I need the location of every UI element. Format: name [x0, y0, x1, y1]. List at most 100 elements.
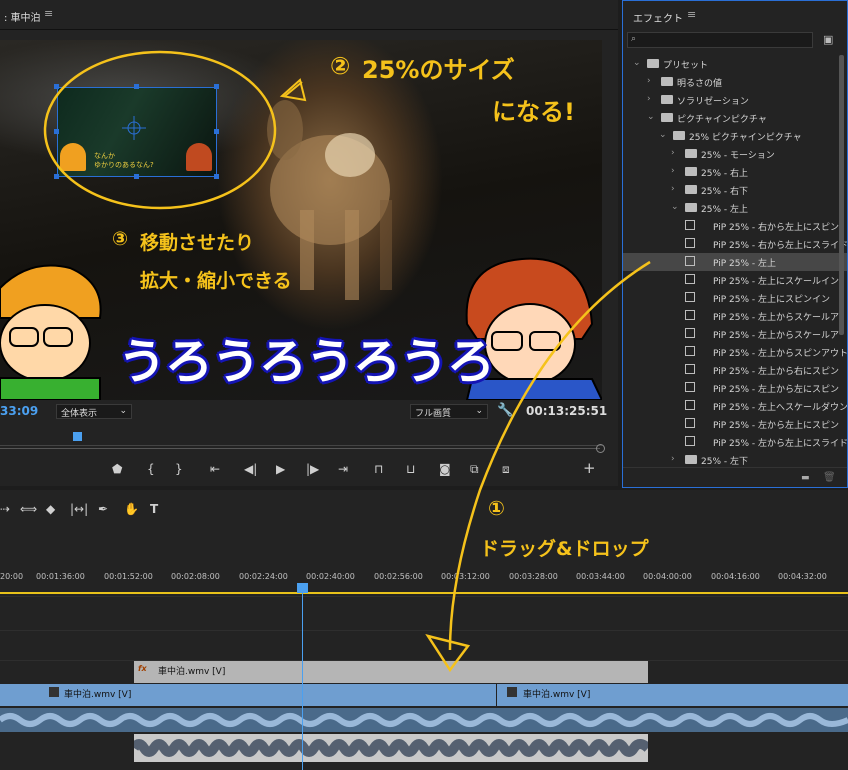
preset-icon	[685, 346, 695, 356]
folder-icon	[647, 59, 659, 68]
folder-icon	[685, 149, 697, 158]
razor-icon[interactable]: ◆	[46, 502, 55, 516]
audio-waveform	[129, 739, 652, 757]
playhead-timecode[interactable]: 33:09	[0, 404, 38, 418]
preset-icon	[685, 220, 695, 230]
note-2-number: ②	[330, 52, 351, 80]
preset-icon	[685, 382, 695, 392]
folder-icon	[661, 77, 673, 86]
effects-folder[interactable]: ⌄ 25% - 左上	[623, 199, 847, 217]
effects-folder[interactable]: › 25% - モーション	[623, 145, 847, 163]
add-marker-icon[interactable]: ⬟	[112, 462, 122, 476]
tree-item-label: PiP 25% - 左上にスピンイン	[713, 295, 830, 305]
tree-item-label: ピクチャインピクチャ	[677, 115, 767, 125]
note-1-text: ドラッグ&ドロップ	[480, 538, 649, 560]
hand-icon[interactable]: ✋	[124, 502, 139, 516]
tree-item-label: 25% - 右上	[701, 169, 748, 179]
effects-folder[interactable]: › 25% - 右上	[623, 163, 847, 181]
tree-item-label: 25% ピクチャインピクチャ	[689, 133, 802, 143]
character-left-image	[0, 264, 102, 400]
slip-icon[interactable]: |↔|	[70, 502, 88, 516]
chevron-down-icon[interactable]: ⌄	[647, 112, 655, 122]
trash-icon[interactable]: 🗑	[823, 472, 836, 483]
preset-icon	[685, 436, 695, 446]
clip-v1-a-label: 車中泊.wmv [V]	[64, 690, 132, 700]
new-folder-icon[interactable]: ▣	[823, 33, 833, 46]
chevron-down-icon[interactable]: ⌄	[659, 130, 667, 140]
audio-clip-a2[interactable]	[129, 734, 652, 762]
mark-out-icon[interactable]: }	[175, 462, 183, 476]
ruler-tick-label: 00:02:56:00	[374, 572, 423, 581]
lift-icon[interactable]: ⊓	[374, 462, 383, 476]
note-2-line2: になる!	[492, 98, 575, 126]
effects-folder[interactable]: › 明るさの値	[623, 73, 847, 91]
audio-clip-a1[interactable]	[0, 708, 848, 732]
monitor-menu-icon[interactable]: ≡	[44, 7, 53, 20]
timeline-playhead-line[interactable]	[302, 584, 303, 770]
note-3-line1: 移動させたり	[140, 232, 255, 254]
chevron-right-icon[interactable]: ›	[647, 94, 651, 104]
pen-icon[interactable]: ✒	[98, 502, 108, 516]
step-back-icon[interactable]: ◀|	[244, 462, 257, 476]
folder-icon	[685, 203, 697, 212]
go-to-out-icon[interactable]: ⇥	[338, 462, 348, 476]
chevron-down-icon: ⌄	[119, 406, 127, 416]
fit-select[interactable]: 全体表示 ⌄	[56, 404, 132, 419]
chevron-down-icon[interactable]: ⌄	[633, 58, 641, 68]
preset-icon	[685, 400, 695, 410]
effects-search-input[interactable]: ⌕	[627, 32, 813, 48]
folder-icon	[661, 95, 673, 104]
search-icon: ⌕	[631, 34, 637, 44]
ruler-tick-label: 00:01:36:00	[36, 572, 85, 581]
track-select-icon[interactable]: ⇢	[0, 502, 10, 516]
clip-v2-label: 車中泊.wmv [V]	[158, 667, 226, 677]
preset-icon	[685, 292, 695, 302]
chevron-right-icon[interactable]: ›	[671, 166, 675, 176]
effects-scrollbar[interactable]	[839, 55, 844, 335]
chevron-right-icon[interactable]: ›	[671, 454, 675, 464]
play-icon[interactable]: ▶	[276, 462, 285, 476]
go-to-in-icon[interactable]: ⇤	[210, 462, 220, 476]
tree-item-label: PiP 25% - 左上	[713, 259, 776, 269]
note-2-line1: 25%のサイズ	[362, 56, 515, 84]
monitor-playhead[interactable]	[73, 432, 82, 441]
extract-icon[interactable]: ⊔	[406, 462, 415, 476]
chevron-right-icon[interactable]: ›	[671, 184, 675, 194]
tree-item-label: PiP 25% - 左上からスケールア	[713, 313, 839, 323]
note-3-number: ③	[112, 228, 129, 250]
ripple-edit-icon[interactable]: ⟺	[20, 502, 37, 516]
chevron-right-icon[interactable]: ›	[647, 76, 651, 86]
audio-waveform	[0, 713, 848, 727]
folder-icon[interactable]: ▬	[801, 473, 810, 483]
clip-v1-a[interactable]: 車中泊.wmv [V]	[0, 684, 496, 706]
tree-item-label: PiP 25% - 左上からスピンアウト	[713, 349, 847, 359]
effects-title: エフェクト	[633, 14, 683, 25]
ruler-tick-label: 00:02:40:00	[306, 572, 355, 581]
tree-item-label: PiP 25% - 右から左上にスライド	[713, 241, 847, 251]
mark-in-icon[interactable]: {	[147, 462, 155, 476]
preset-icon	[685, 310, 695, 320]
monitor-title: : 車中泊	[4, 13, 41, 24]
type-tool-icon[interactable]: T	[150, 502, 158, 516]
step-forward-icon[interactable]: |▶	[306, 462, 319, 476]
chevron-down-icon[interactable]: ⌄	[671, 202, 679, 212]
effects-folder[interactable]: › ソラリゼーション	[623, 91, 847, 109]
ruler-tick-label: 00:04:32:00	[778, 572, 827, 581]
effects-folder[interactable]: ⌄ プリセット	[623, 55, 847, 73]
tree-item-label: 明るさの値	[677, 79, 723, 89]
clip-v1-b[interactable]: 車中泊.wmv [V]	[497, 684, 848, 706]
effects-folder[interactable]: ⌄ ピクチャインピクチャ	[623, 109, 847, 127]
preset-icon	[685, 418, 695, 428]
timeline-playhead[interactable]	[297, 583, 308, 593]
effects-folder[interactable]: ⌄ 25% ピクチャインピクチャ	[623, 127, 847, 145]
tree-item-label: 25% - 右下	[701, 187, 748, 197]
effects-menu-icon[interactable]: ≡	[687, 8, 696, 21]
folder-icon	[685, 455, 697, 464]
chevron-right-icon[interactable]: ›	[671, 148, 675, 158]
tree-item-label: PiP 25% - 左上へスケールダウン	[713, 403, 847, 413]
folder-icon	[685, 185, 697, 194]
tree-item-label: PiP 25% - 左上にスケールイン	[713, 277, 839, 287]
effects-folder[interactable]: › 25% - 右下	[623, 181, 847, 199]
note-3-line2: 拡大・縮小できる	[140, 270, 292, 292]
effects-preset[interactable]: PiP 25% - 右から左上にスピン	[623, 217, 847, 235]
